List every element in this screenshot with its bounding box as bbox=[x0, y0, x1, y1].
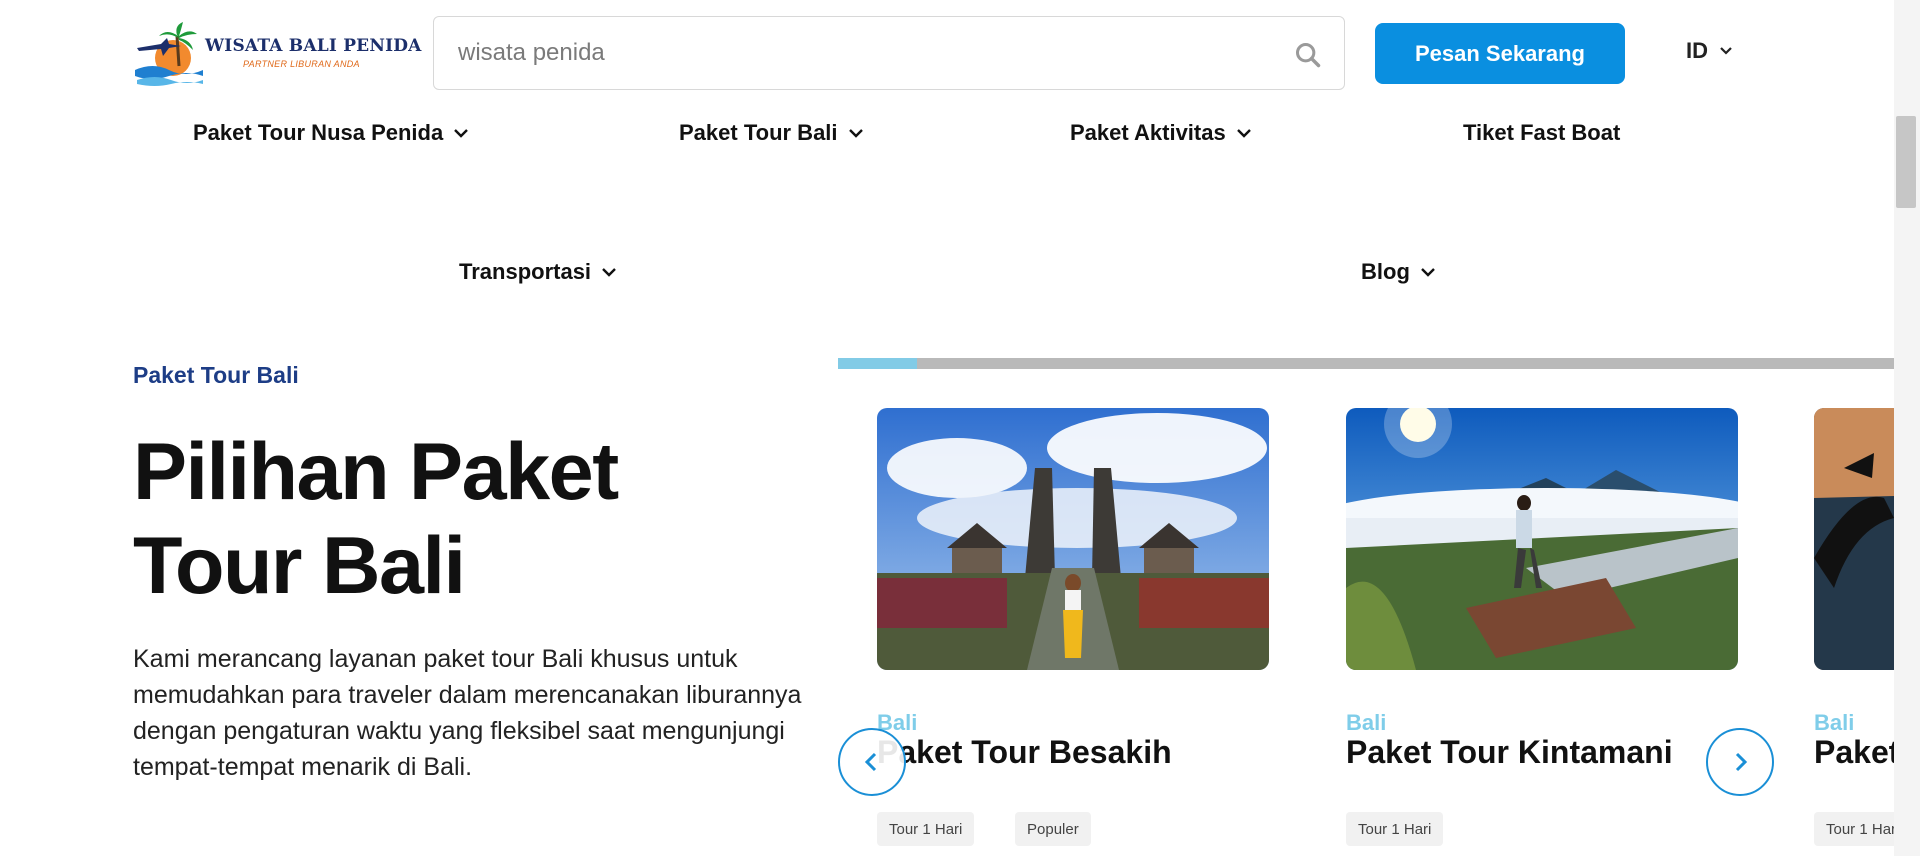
carousel-progress-fill bbox=[838, 358, 918, 369]
logo-name: WISATA BALI PENIDA bbox=[205, 36, 422, 56]
nav-label: Transportasi bbox=[459, 259, 592, 284]
site-logo[interactable]: WISATA BALI PENIDA PARTNER LIBURAN ANDA bbox=[133, 18, 421, 90]
nav-item-paket-aktivitas[interactable]: Paket Aktivitas bbox=[1070, 120, 1252, 146]
book-now-button[interactable]: Pesan Sekarang bbox=[1375, 23, 1625, 84]
chevron-right-icon bbox=[1735, 752, 1748, 772]
headline-line-1: Pilihan Paket bbox=[133, 427, 619, 517]
search-input[interactable] bbox=[458, 17, 1278, 89]
nav-item-transportasi[interactable]: Transportasi bbox=[459, 259, 617, 285]
card-title[interactable]: Paket Tour bbox=[1814, 734, 1894, 771]
carousel-next-button[interactable] bbox=[1706, 728, 1774, 796]
carousel-progress-bar bbox=[838, 358, 1894, 369]
logo-tagline: PARTNER LIBURAN ANDA bbox=[243, 59, 360, 69]
search-box bbox=[433, 16, 1345, 90]
search-icon[interactable] bbox=[1294, 41, 1322, 69]
chevron-left-icon bbox=[864, 752, 877, 772]
card-title[interactable]: Paket Tour Besakih bbox=[877, 734, 1172, 771]
chevron-down-icon bbox=[1720, 47, 1732, 55]
card-title[interactable]: Paket Tour Kintamani bbox=[1346, 734, 1673, 771]
card-image-kintamani bbox=[1346, 408, 1738, 670]
tour-card-clip: Bali Paket Tour Tour 1 Hari bbox=[1814, 408, 1894, 848]
card-tag: Tour 1 Hari bbox=[1814, 812, 1894, 846]
chevron-down-icon bbox=[848, 129, 863, 138]
card-image-besakih bbox=[877, 408, 1269, 670]
tour-card-3[interactable]: Bali Paket Tour Tour 1 Hari bbox=[1814, 408, 1894, 848]
card-tag: Populer bbox=[1015, 812, 1091, 846]
page-scrollbar-thumb[interactable] bbox=[1896, 116, 1916, 208]
card-image-3 bbox=[1814, 408, 1894, 670]
chevron-down-icon bbox=[454, 129, 469, 138]
logo-palm-icon bbox=[135, 22, 203, 86]
nav-label: Blog bbox=[1361, 259, 1410, 284]
nav-item-paket-tour-bali[interactable]: Paket Tour Bali bbox=[679, 120, 864, 146]
language-label: ID bbox=[1686, 38, 1708, 63]
card-tag: Tour 1 Hari bbox=[1346, 812, 1444, 846]
nav-item-tiket-fast-boat[interactable]: Tiket Fast Boat bbox=[1463, 120, 1620, 146]
nav-item-blog[interactable]: Blog bbox=[1361, 259, 1436, 285]
section-headline: Pilihan Paket Tour Bali bbox=[133, 425, 833, 613]
carousel-prev-button[interactable] bbox=[838, 728, 906, 796]
nav-label: Paket Tour Nusa Penida bbox=[193, 120, 444, 145]
headline-line-2: Tour Bali bbox=[133, 521, 466, 611]
nav-label: Tiket Fast Boat bbox=[1463, 120, 1621, 145]
tour-card-besakih[interactable]: Bali Paket Tour Besakih Tour 1 Hari Popu… bbox=[877, 408, 1269, 848]
nav-label: Paket Tour Bali bbox=[679, 120, 838, 145]
chevron-down-icon bbox=[602, 268, 616, 277]
card-location: Bali bbox=[1346, 710, 1387, 735]
chevron-down-icon bbox=[1421, 268, 1435, 277]
chevron-down-icon bbox=[1236, 129, 1251, 138]
nav-item-paket-tour-nusa-penida[interactable]: Paket Tour Nusa Penida bbox=[193, 120, 469, 146]
language-selector[interactable]: ID bbox=[1686, 38, 1734, 64]
card-location: Bali bbox=[1814, 710, 1855, 735]
nav-label: Paket Aktivitas bbox=[1070, 120, 1226, 145]
site-header: WISATA BALI PENIDA PARTNER LIBURAN ANDA … bbox=[0, 0, 1894, 100]
card-tag: Tour 1 Hari bbox=[877, 812, 975, 846]
tour-card-kintamani[interactable]: Bali Paket Tour Kintamani Tour 1 Hari bbox=[1346, 408, 1738, 848]
section-eyebrow: Paket Tour Bali bbox=[133, 362, 299, 388]
section-description: Kami merancang layanan paket tour Bali k… bbox=[133, 645, 802, 781]
